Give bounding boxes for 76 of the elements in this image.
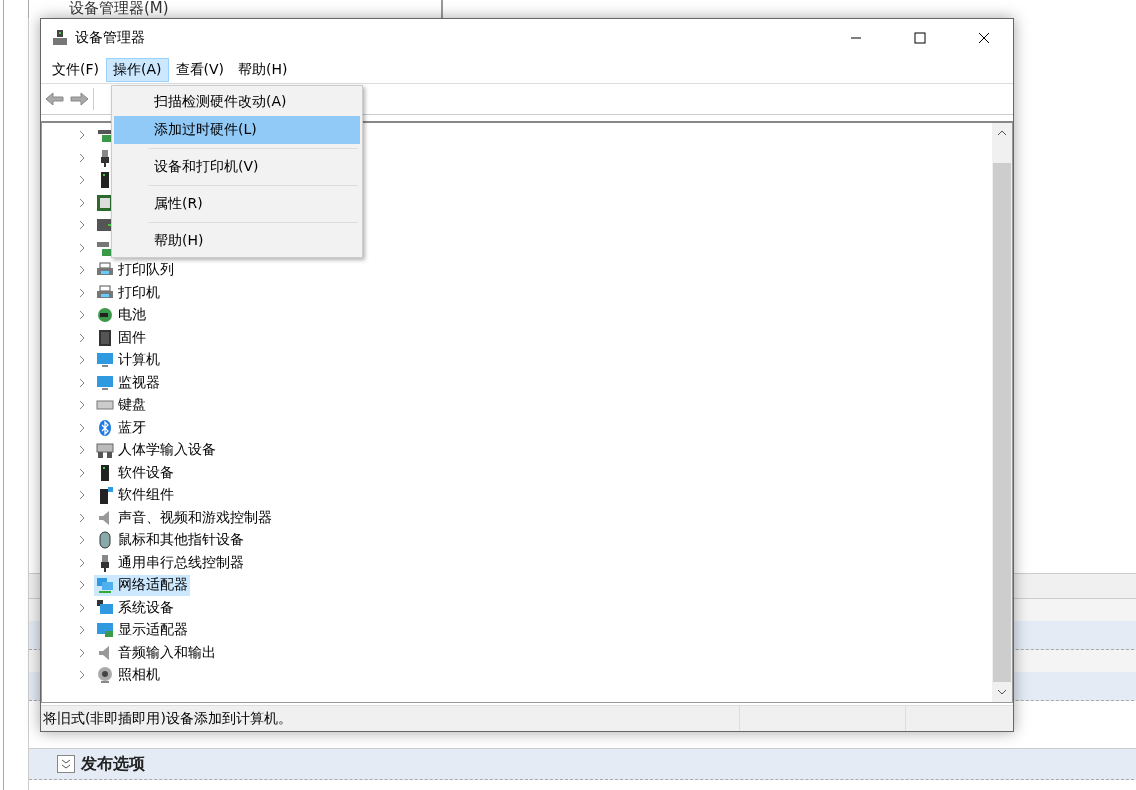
bluetooth-icon <box>96 418 114 437</box>
expand-chevron-icon[interactable] <box>78 175 86 186</box>
expand-chevron-icon[interactable] <box>78 355 86 366</box>
mouse-icon <box>96 531 114 550</box>
expand-chevron-icon[interactable] <box>78 130 86 141</box>
expand-chevron-icon[interactable] <box>78 557 86 568</box>
menu-item[interactable]: 查看(V) <box>168 58 231 82</box>
tree-item[interactable]: 蓝牙 <box>94 417 148 439</box>
expand-icon[interactable] <box>57 755 75 773</box>
expand-chevron-icon[interactable] <box>78 647 86 658</box>
menu-item[interactable]: 属性(R) <box>114 190 360 218</box>
expand-chevron-icon[interactable] <box>78 670 86 681</box>
keyboard-icon <box>96 441 114 460</box>
expand-chevron-icon[interactable] <box>78 467 86 478</box>
expand-chevron-icon[interactable] <box>78 490 86 501</box>
tree-item[interactable]: 电池 <box>94 304 148 326</box>
expand-chevron-icon[interactable] <box>78 445 86 456</box>
menu-item[interactable]: 帮助(H) <box>114 227 360 255</box>
expand-chevron-icon[interactable] <box>78 332 86 343</box>
monitor-icon <box>96 373 114 392</box>
expand-chevron-icon[interactable] <box>78 602 86 613</box>
expand-chevron-icon[interactable] <box>78 265 86 276</box>
expand-chevron-icon[interactable] <box>78 287 86 298</box>
monitor-icon <box>96 598 114 617</box>
expand-chevron-icon[interactable] <box>78 625 86 636</box>
menu-item[interactable]: 帮助(H) <box>231 58 295 82</box>
menu-item[interactable]: 设备和打印机(V) <box>114 153 360 181</box>
tree-item[interactable]: 显示适配器 <box>94 619 190 641</box>
tree-item[interactable]: 固件 <box>94 327 148 349</box>
tree-item[interactable]: 系统设备 <box>94 597 176 619</box>
expand-chevron-icon[interactable] <box>78 152 86 163</box>
tree-item[interactable]: 人体学输入设备 <box>94 439 218 461</box>
tree-item[interactable]: 音频输入和输出 <box>94 642 218 664</box>
expand-chevron-icon[interactable] <box>78 242 86 253</box>
tree-item[interactable]: 照相机 <box>94 664 162 686</box>
tree-item[interactable]: 软件设备 <box>94 462 176 484</box>
tree-item[interactable]: 鼠标和其他指针设备 <box>94 529 246 551</box>
scroll-thumb[interactable] <box>993 163 1011 682</box>
network-icon <box>96 576 114 595</box>
tree-item[interactable]: 键盘 <box>94 394 148 416</box>
expand-chevron-icon[interactable] <box>78 377 86 388</box>
menu-item[interactable]: 添加过时硬件(L) <box>114 116 360 144</box>
section-title: 发布选项 <box>81 753 145 775</box>
app-icon <box>51 29 69 47</box>
scroll-up-icon[interactable] <box>997 130 1007 136</box>
expand-chevron-icon[interactable] <box>78 512 86 523</box>
expand-chevron-icon[interactable] <box>78 310 86 321</box>
monitor-icon <box>96 351 114 370</box>
status-text: 将旧式(非即插即用)设备添加到计算机。 <box>42 709 293 728</box>
battery-icon <box>96 306 114 325</box>
expand-chevron-icon[interactable] <box>78 220 86 231</box>
scrollbar[interactable] <box>992 123 1012 702</box>
menu-item[interactable]: 操作(A) <box>106 58 169 82</box>
tree-item[interactable]: 声音、视频和游戏控制器 <box>94 507 274 529</box>
tree-item[interactable]: 打印机 <box>94 282 162 304</box>
expand-chevron-icon[interactable] <box>78 535 86 546</box>
tree-item[interactable]: 软件组件 <box>94 484 176 506</box>
window-title: 设备管理器 <box>75 29 146 47</box>
expand-chevron-icon[interactable] <box>78 422 86 433</box>
tree-item[interactable]: 网络适配器 <box>94 574 190 596</box>
chip-icon <box>96 328 114 347</box>
tree-item[interactable]: 通用串行总线控制器 <box>94 552 246 574</box>
expand-chevron-icon[interactable] <box>78 400 86 411</box>
menu-title[interactable]: 设备管理器(M) <box>69 0 441 18</box>
tree-item[interactable]: 计算机 <box>94 349 162 371</box>
expand-chevron-icon[interactable] <box>78 197 86 208</box>
maximize-icon[interactable] <box>914 32 926 44</box>
scroll-down-icon[interactable] <box>997 689 1007 695</box>
tree-item[interactable]: 监视器 <box>94 372 162 394</box>
tree-item[interactable]: 打印队列 <box>94 259 176 281</box>
menu-item[interactable]: 扫描检测硬件改动(A) <box>114 88 360 116</box>
expand-chevron-icon[interactable] <box>78 580 86 591</box>
menu-item[interactable]: 文件(F) <box>45 58 106 82</box>
monitor-icon <box>96 621 114 640</box>
close-icon[interactable] <box>978 32 990 44</box>
camera-icon <box>96 666 114 685</box>
